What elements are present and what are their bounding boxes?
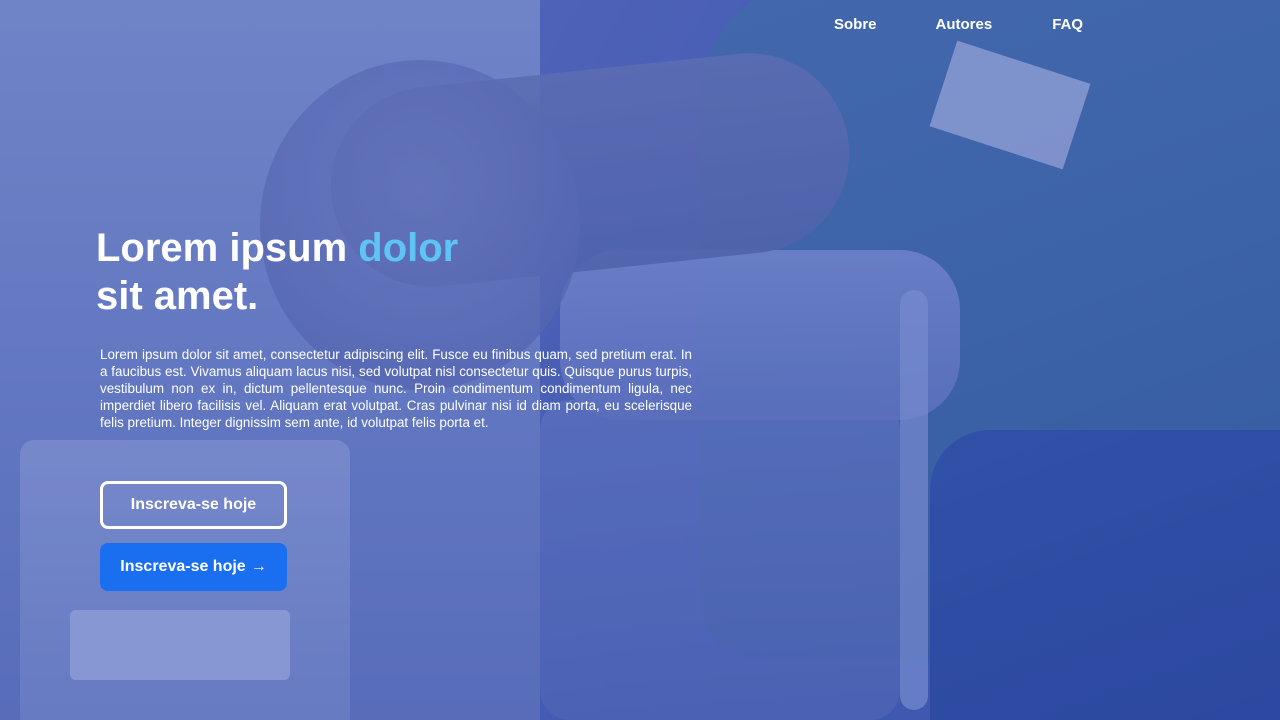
nav-link-sobre[interactable]: Sobre [834, 16, 877, 33]
headline-part2: sit amet. [96, 274, 259, 318]
headline-accent: dolor [358, 226, 459, 270]
signup-primary-button[interactable]: Inscreva-se hoje → [100, 543, 287, 591]
arrow-right-icon: → [250, 558, 267, 575]
signup-primary-button-label: Inscreva-se hoje [120, 558, 246, 575]
signup-outline-button[interactable]: Inscreva-se hoje [100, 481, 287, 529]
headline-part1: Lorem ipsum [96, 226, 359, 270]
nav-link-autores[interactable]: Autores [936, 16, 993, 33]
hero-section: Sobre Autores FAQ Lorem ipsum dolor sit a… [0, 0, 1280, 720]
signup-outline-button-label: Inscreva-se hoje [130, 496, 257, 513]
hero-body-text: Lorem ipsum dolor sit amet, consectetur … [100, 347, 692, 430]
hero-headline: Lorem ipsum dolor sit amet. [96, 224, 516, 320]
nav-link-faq[interactable]: FAQ [1052, 16, 1083, 33]
top-nav: Sobre Autores FAQ [834, 16, 1083, 33]
